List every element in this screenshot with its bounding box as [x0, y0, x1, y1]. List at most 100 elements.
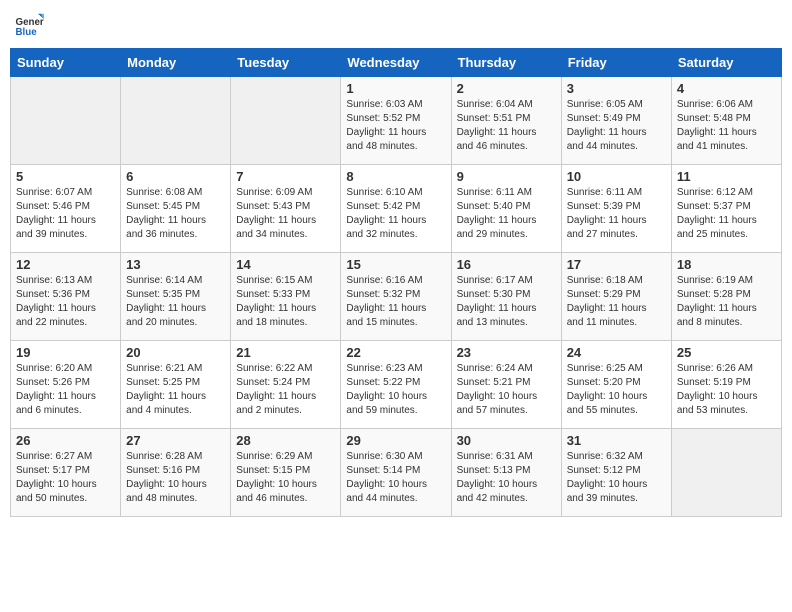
day-cell: 26 Sunrise: 6:27 AM Sunset: 5:17 PM Dayli… [11, 429, 121, 517]
day-cell: 30 Sunrise: 6:31 AM Sunset: 5:13 PM Dayli… [451, 429, 561, 517]
day-number: 24 [567, 345, 666, 360]
day-info: Sunrise: 6:17 AM Sunset: 5:30 PM Dayligh… [457, 274, 556, 330]
logo-icon: General Blue [14, 10, 44, 40]
day-info: Sunrise: 6:21 AM Sunset: 5:25 PM Dayligh… [126, 362, 225, 418]
day-info: Sunrise: 6:03 AM Sunset: 5:52 PM Dayligh… [346, 98, 445, 154]
day-number: 23 [457, 345, 556, 360]
day-cell [121, 77, 231, 165]
day-info: Sunrise: 6:06 AM Sunset: 5:48 PM Dayligh… [677, 98, 776, 154]
day-number: 6 [126, 169, 225, 184]
day-cell: 19 Sunrise: 6:20 AM Sunset: 5:26 PM Dayli… [11, 341, 121, 429]
day-cell: 6 Sunrise: 6:08 AM Sunset: 5:45 PM Daylig… [121, 165, 231, 253]
day-number: 22 [346, 345, 445, 360]
day-info: Sunrise: 6:18 AM Sunset: 5:29 PM Dayligh… [567, 274, 666, 330]
day-info: Sunrise: 6:16 AM Sunset: 5:32 PM Dayligh… [346, 274, 445, 330]
day-cell: 21Sunrise: 6:22 AM Sunset: 5:24 PM Dayli… [231, 341, 341, 429]
day-cell: 27 Sunrise: 6:28 AM Sunset: 5:16 PM Dayli… [121, 429, 231, 517]
day-number: 18 [677, 257, 776, 272]
day-info: Sunrise: 6:05 AM Sunset: 5:49 PM Dayligh… [567, 98, 666, 154]
week-row-3: 12 Sunrise: 6:13 AM Sunset: 5:36 PM Dayli… [11, 253, 782, 341]
day-cell: 17 Sunrise: 6:18 AM Sunset: 5:29 PM Dayli… [561, 253, 671, 341]
day-cell: 22Sunrise: 6:23 AM Sunset: 5:22 PM Dayli… [341, 341, 451, 429]
day-info: Sunrise: 6:28 AM Sunset: 5:16 PM Dayligh… [126, 450, 225, 506]
day-number: 25 [677, 345, 776, 360]
day-cell: 25 Sunrise: 6:26 AM Sunset: 5:19 PM Dayli… [671, 341, 781, 429]
day-cell: 24 Sunrise: 6:25 AM Sunset: 5:20 PM Dayli… [561, 341, 671, 429]
day-number: 29 [346, 433, 445, 448]
weekday-header-sunday: Sunday [11, 49, 121, 77]
day-cell: 9 Sunrise: 6:11 AM Sunset: 5:40 PM Daylig… [451, 165, 561, 253]
day-cell: 28 Sunrise: 6:29 AM Sunset: 5:15 PM Dayli… [231, 429, 341, 517]
day-number: 14 [236, 257, 335, 272]
day-info: Sunrise: 6:13 AM Sunset: 5:36 PM Dayligh… [16, 274, 115, 330]
calendar-table: SundayMondayTuesdayWednesdayThursdayFrid… [10, 48, 782, 517]
weekday-header-friday: Friday [561, 49, 671, 77]
day-number: 3 [567, 81, 666, 96]
day-number: 19 [16, 345, 115, 360]
weekday-header-monday: Monday [121, 49, 231, 77]
day-info: Sunrise: 6:04 AM Sunset: 5:51 PM Dayligh… [457, 98, 556, 154]
weekday-header-wednesday: Wednesday [341, 49, 451, 77]
day-cell: 1 Sunrise: 6:03 AM Sunset: 5:52 PM Daylig… [341, 77, 451, 165]
day-number: 17 [567, 257, 666, 272]
day-info: Sunrise: 6:08 AM Sunset: 5:45 PM Dayligh… [126, 186, 225, 242]
day-number: 10 [567, 169, 666, 184]
day-number: 20 [126, 345, 225, 360]
page-header: General Blue [10, 10, 782, 40]
day-cell: 5 Sunrise: 6:07 AM Sunset: 5:46 PM Daylig… [11, 165, 121, 253]
day-number: 12 [16, 257, 115, 272]
day-number: 30 [457, 433, 556, 448]
day-number: 26 [16, 433, 115, 448]
day-number: 28 [236, 433, 335, 448]
logo: General Blue [14, 10, 44, 40]
day-info: Sunrise: 6:11 AM Sunset: 5:40 PM Dayligh… [457, 186, 556, 242]
day-cell: 13Sunrise: 6:14 AM Sunset: 5:35 PM Dayli… [121, 253, 231, 341]
day-cell: 14 Sunrise: 6:15 AM Sunset: 5:33 PM Dayli… [231, 253, 341, 341]
day-cell: 20 Sunrise: 6:21 AM Sunset: 5:25 PM Dayli… [121, 341, 231, 429]
day-cell [671, 429, 781, 517]
day-cell: 3 Sunrise: 6:05 AM Sunset: 5:49 PM Daylig… [561, 77, 671, 165]
day-cell: 12 Sunrise: 6:13 AM Sunset: 5:36 PM Dayli… [11, 253, 121, 341]
weekday-header-thursday: Thursday [451, 49, 561, 77]
day-cell: 2Sunrise: 6:04 AM Sunset: 5:51 PM Daylig… [451, 77, 561, 165]
day-number: 31 [567, 433, 666, 448]
weekday-header-tuesday: Tuesday [231, 49, 341, 77]
day-info: Sunrise: 6:15 AM Sunset: 5:33 PM Dayligh… [236, 274, 335, 330]
day-info: Sunrise: 6:19 AM Sunset: 5:28 PM Dayligh… [677, 274, 776, 330]
day-info: Sunrise: 6:26 AM Sunset: 5:19 PM Dayligh… [677, 362, 776, 418]
day-number: 27 [126, 433, 225, 448]
day-info: Sunrise: 6:30 AM Sunset: 5:14 PM Dayligh… [346, 450, 445, 506]
day-info: Sunrise: 6:27 AM Sunset: 5:17 PM Dayligh… [16, 450, 115, 506]
day-number: 9 [457, 169, 556, 184]
day-cell: 15Sunrise: 6:16 AM Sunset: 5:32 PM Dayli… [341, 253, 451, 341]
day-info: Sunrise: 6:31 AM Sunset: 5:13 PM Dayligh… [457, 450, 556, 506]
day-info: Sunrise: 6:11 AM Sunset: 5:39 PM Dayligh… [567, 186, 666, 242]
day-info: Sunrise: 6:24 AM Sunset: 5:21 PM Dayligh… [457, 362, 556, 418]
day-number: 1 [346, 81, 445, 96]
day-cell: 31Sunrise: 6:32 AM Sunset: 5:12 PM Dayli… [561, 429, 671, 517]
week-row-4: 19 Sunrise: 6:20 AM Sunset: 5:26 PM Dayli… [11, 341, 782, 429]
day-number: 7 [236, 169, 335, 184]
day-cell: 29 Sunrise: 6:30 AM Sunset: 5:14 PM Dayli… [341, 429, 451, 517]
day-cell: 11Sunrise: 6:12 AM Sunset: 5:37 PM Dayli… [671, 165, 781, 253]
day-number: 8 [346, 169, 445, 184]
day-info: Sunrise: 6:20 AM Sunset: 5:26 PM Dayligh… [16, 362, 115, 418]
day-info: Sunrise: 6:09 AM Sunset: 5:43 PM Dayligh… [236, 186, 335, 242]
day-cell: 23 Sunrise: 6:24 AM Sunset: 5:21 PM Dayli… [451, 341, 561, 429]
day-info: Sunrise: 6:25 AM Sunset: 5:20 PM Dayligh… [567, 362, 666, 418]
day-number: 4 [677, 81, 776, 96]
day-info: Sunrise: 6:22 AM Sunset: 5:24 PM Dayligh… [236, 362, 335, 418]
day-info: Sunrise: 6:10 AM Sunset: 5:42 PM Dayligh… [346, 186, 445, 242]
day-info: Sunrise: 6:07 AM Sunset: 5:46 PM Dayligh… [16, 186, 115, 242]
day-cell: 7 Sunrise: 6:09 AM Sunset: 5:43 PM Daylig… [231, 165, 341, 253]
day-info: Sunrise: 6:29 AM Sunset: 5:15 PM Dayligh… [236, 450, 335, 506]
svg-text:Blue: Blue [16, 27, 38, 38]
day-cell: 18 Sunrise: 6:19 AM Sunset: 5:28 PM Dayli… [671, 253, 781, 341]
week-row-2: 5 Sunrise: 6:07 AM Sunset: 5:46 PM Daylig… [11, 165, 782, 253]
day-cell [11, 77, 121, 165]
day-number: 5 [16, 169, 115, 184]
week-row-5: 26 Sunrise: 6:27 AM Sunset: 5:17 PM Dayli… [11, 429, 782, 517]
weekday-header-saturday: Saturday [671, 49, 781, 77]
day-cell: 4 Sunrise: 6:06 AM Sunset: 5:48 PM Daylig… [671, 77, 781, 165]
day-cell: 16Sunrise: 6:17 AM Sunset: 5:30 PM Dayli… [451, 253, 561, 341]
